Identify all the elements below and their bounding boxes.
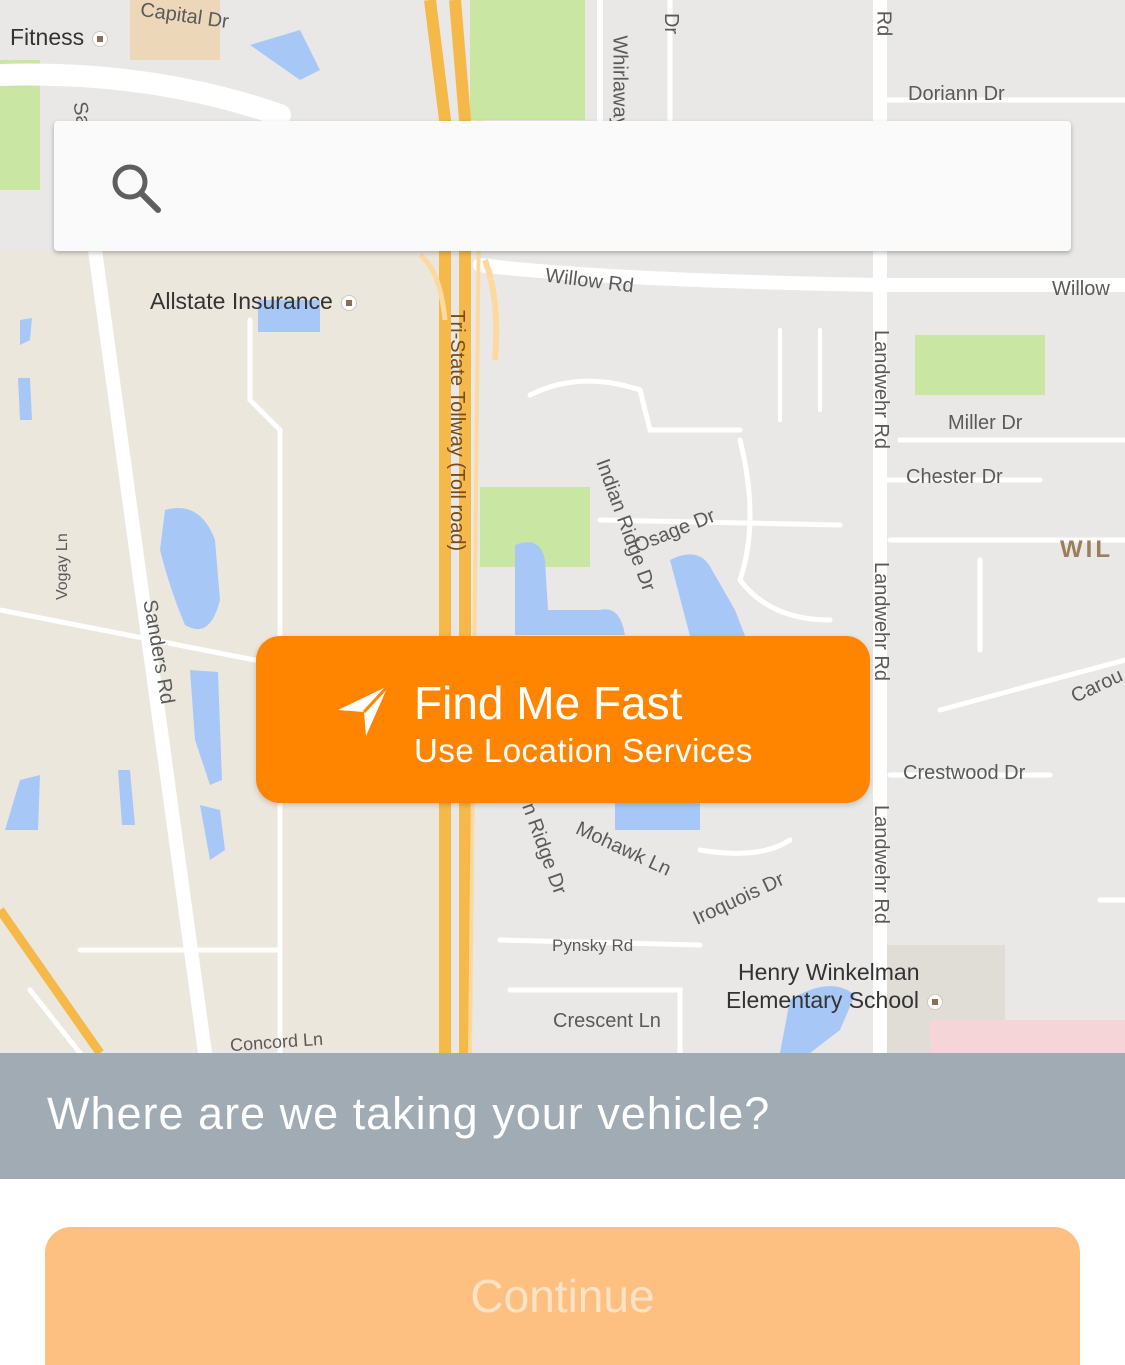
street-label: Landwehr Rd xyxy=(870,562,892,681)
navigation-arrow-icon xyxy=(338,684,390,736)
street-label: Miller Dr xyxy=(948,412,1023,434)
destination-prompt-text: Where are we taking your vehicle? xyxy=(47,1088,771,1139)
street-label: Dr xyxy=(660,12,683,35)
street-label: Whirlaway xyxy=(608,35,631,128)
poi-label: Elementary School xyxy=(726,987,920,1013)
area-label: WIL xyxy=(1060,536,1113,563)
search-icon xyxy=(112,164,161,213)
street-label: Landwehr Rd xyxy=(870,330,892,449)
continue-button[interactable]: Continue xyxy=(45,1227,1080,1365)
street-label: Doriann Dr xyxy=(908,83,1005,105)
street-label: Vogay Ln xyxy=(54,533,71,600)
poi-marker-icon xyxy=(92,30,109,47)
park-area xyxy=(915,335,1045,395)
poi-label: Fitness xyxy=(10,24,85,50)
street-label: Landwehr Rd xyxy=(870,805,892,924)
poi-label: Allstate Insurance xyxy=(150,288,333,314)
poi-fitness[interactable]: Fitness xyxy=(10,24,109,51)
water-body xyxy=(250,30,320,80)
water-body xyxy=(615,803,700,830)
highway-label: Tri-State Tollway (Toll road) xyxy=(446,310,468,552)
street-label: Willow xyxy=(1052,278,1110,300)
water-body xyxy=(670,554,745,636)
search-input[interactable] xyxy=(190,150,1054,224)
street-label: Crescent Ln xyxy=(553,1010,661,1032)
park-area xyxy=(470,0,585,120)
find-me-fast-subtitle: Use Location Services xyxy=(414,732,753,769)
poi-allstate[interactable]: Allstate Insurance xyxy=(150,288,357,315)
street-label: Chester Dr xyxy=(906,466,1003,488)
water-body xyxy=(18,378,32,420)
poi-school[interactable]: Elementary School xyxy=(726,987,944,1014)
poi-label: Henry Winkelman xyxy=(738,959,920,985)
find-me-fast-button[interactable]: Find Me Fast Use Location Services xyxy=(256,636,870,803)
street-label: Pynsky Rd xyxy=(552,936,634,955)
street-label: Crestwood Dr xyxy=(903,762,1026,784)
destination-prompt-bar: Where are we taking your vehicle? xyxy=(0,1053,1125,1179)
find-me-fast-title: Find Me Fast xyxy=(414,677,683,729)
street-label: Rd xyxy=(872,10,895,37)
school-icon xyxy=(927,993,944,1010)
poi-marker-icon xyxy=(340,294,357,311)
commercial-area xyxy=(930,1020,1125,1053)
